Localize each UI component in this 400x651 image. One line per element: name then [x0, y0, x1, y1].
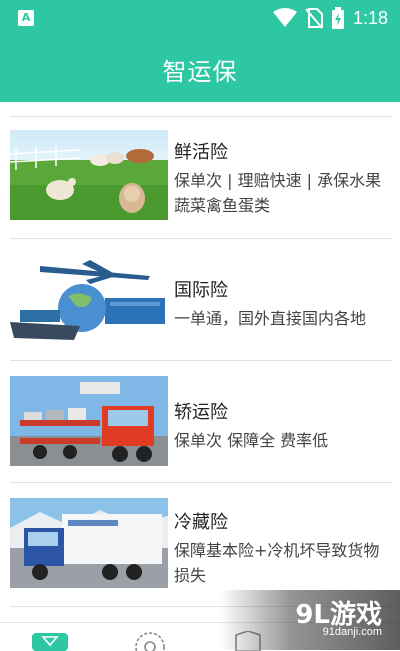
list-item-car-transport[interactable]: 轿运险 保单次 保障全 费率低: [0, 360, 400, 482]
item-description: 一单通，国外直接国内各地: [174, 309, 367, 328]
item-description: 保单次 保障全 费率低: [174, 431, 329, 450]
battery-charging-icon: [331, 7, 344, 29]
list-item-refrigerated[interactable]: 冷藏险 保障基本险+冷机坏导致货物损失: [0, 482, 400, 606]
global-logistics-photo: [10, 254, 168, 344]
item-title: 冷藏险: [174, 512, 228, 533]
item-title: 轿运险: [174, 402, 228, 423]
page-title: 智运保: [162, 57, 238, 86]
app-header: 智运保: [0, 36, 400, 102]
list-item-fresh[interactable]: 鲜活险 保单次 | 理赔快速 | 承保水果蔬菜禽鱼蛋类: [0, 116, 400, 238]
item-title: 鲜活险: [174, 142, 228, 163]
android-notification-icon: A: [18, 10, 34, 26]
watermark-url: 91danji.com: [322, 626, 382, 638]
refrigerated-truck-photo: [10, 498, 168, 588]
wifi-icon: [272, 8, 297, 27]
status-icons: 1:18: [272, 6, 388, 30]
list-item-international[interactable]: 国际险 一单通，国外直接国内各地: [0, 238, 400, 360]
item-description: 保单次 | 理赔快速 | 承保水果蔬菜禽鱼蛋类: [174, 171, 382, 215]
insurance-list[interactable]: 鲜活险 保单次 | 理赔快速 | 承保水果蔬菜禽鱼蛋类 国际险 一单通，国外直接…: [0, 102, 400, 622]
discover-tab-icon[interactable]: [132, 631, 168, 651]
clock: 1:18: [352, 7, 388, 28]
car-carrier-truck-photo: [10, 376, 168, 466]
item-title: 国际险: [174, 280, 228, 301]
watermark: 9L游戏 91danji.com: [220, 590, 400, 650]
status-bar: A 1:18: [0, 0, 400, 36]
item-description: 保障基本险+冷机坏导致货物损失: [174, 541, 380, 585]
home-tab-icon[interactable]: [32, 631, 68, 651]
livestock-photo: [10, 130, 168, 220]
no-sim-icon: [305, 8, 323, 29]
